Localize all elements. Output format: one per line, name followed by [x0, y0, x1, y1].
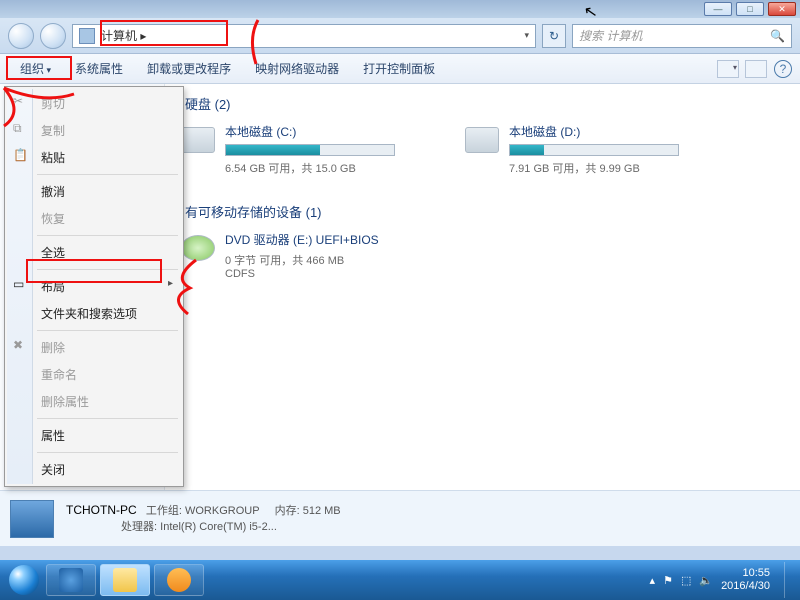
breadcrumb-chevron-icon[interactable]: ▸ — [140, 29, 146, 43]
details-cpu-label: 处理器: — [121, 521, 157, 533]
details-name: TCHOTN-PC — [66, 503, 137, 517]
tray-clock[interactable]: 10:55 2016/4/30 — [721, 567, 770, 593]
windows-orb-icon — [9, 565, 39, 595]
taskbar-explorer[interactable] — [100, 564, 150, 596]
preview-pane-button[interactable] — [745, 60, 767, 78]
menu-label: 关闭 — [41, 463, 65, 477]
details-cpu: Intel(R) Core(TM) i5-2... — [160, 521, 277, 533]
menu-label: 全选 — [41, 246, 65, 260]
show-desktop-button[interactable] — [784, 562, 794, 598]
drive-d[interactable]: 本地磁盘 (D:) 7.91 GB 可用，共 9.99 GB — [465, 123, 699, 176]
system-tray[interactable]: ▴ ⚑ ⬚ 🔈 10:55 2016/4/30 — [650, 562, 796, 598]
details-mem: 512 MB — [303, 505, 341, 517]
details-pane: TCHOTN-PC 工作组: WORKGROUP 内存: 512 MB 处理器:… — [0, 490, 800, 546]
search-icon[interactable]: 🔍 — [770, 29, 785, 43]
menu-folder-search-options[interactable]: 文件夹和搜索选项 — [7, 300, 181, 327]
computer-icon — [79, 28, 95, 44]
layout-icon: ▭ — [13, 277, 29, 293]
menu-label: 恢复 — [41, 212, 65, 226]
annotation-scribble-1 — [238, 18, 278, 68]
explorer-icon — [113, 568, 137, 592]
menu-rename: 重命名 — [7, 361, 181, 388]
delete-icon: ✖ — [13, 338, 29, 354]
drive-free-text: 6.54 GB 可用，共 15.0 GB — [225, 160, 415, 176]
annotation-scribble-3 — [166, 258, 206, 318]
tray-date: 2016/4/30 — [721, 580, 770, 593]
content-pane: 硬盘 (2) 本地磁盘 (C:) 6.54 GB 可用，共 15.0 GB 本地… — [165, 84, 800, 506]
tray-network-icon[interactable]: ⬚ — [681, 574, 691, 587]
menu-label: 布局 — [41, 280, 65, 294]
search-placeholder: 搜索 计算机 — [579, 27, 642, 44]
menu-delete: ✖ 删除 — [7, 334, 181, 361]
close-button[interactable]: ✕ — [768, 2, 796, 16]
drive-name: 本地磁盘 (C:) — [225, 123, 415, 140]
address-text: 计算机 — [101, 27, 137, 44]
organize-menu: ✂剪切 ⧉复制 📋粘贴 撤消 恢复 全选 ▭布局 文件夹和搜索选项 ✖删除 重命… — [4, 86, 184, 487]
drive-icon — [465, 127, 499, 153]
menu-select-all[interactable]: 全选 — [7, 239, 181, 266]
taskbar-media-player[interactable] — [154, 564, 204, 596]
section-removable: 有可移动存储的设备 (1) — [185, 202, 784, 221]
drive-dvd[interactable]: DVD 驱动器 (E:) UEFI+BIOS 0 字节 可用，共 466 MB … — [181, 231, 784, 280]
change-view-button[interactable] — [717, 60, 739, 78]
back-button[interactable] — [8, 23, 34, 49]
minimize-button[interactable]: — — [704, 2, 732, 16]
maximize-button[interactable]: □ — [736, 2, 764, 16]
tray-time: 10:55 — [721, 567, 770, 580]
details-mem-label: 内存: — [275, 505, 300, 517]
wmp-icon — [167, 568, 191, 592]
menu-label: 重命名 — [41, 368, 77, 382]
tray-volume-icon[interactable]: 🔈 — [699, 574, 713, 587]
tray-up-icon[interactable]: ▴ — [650, 574, 656, 587]
refresh-button[interactable]: ↻ — [542, 24, 566, 48]
ie-icon — [59, 568, 83, 592]
search-input[interactable]: 搜索 计算机 🔍 — [572, 24, 792, 48]
start-button[interactable] — [4, 560, 44, 600]
capacity-bar — [509, 144, 679, 156]
menu-undo[interactable]: 撤消 — [7, 178, 181, 205]
help-button[interactable]: ? — [774, 60, 792, 78]
menu-label: 粘贴 — [41, 151, 65, 165]
command-bar: 组织 系统属性 卸载或更改程序 映射网络驱动器 打开控制面板 ? — [0, 54, 800, 84]
uninstall-programs-button[interactable]: 卸载或更改程序 — [135, 56, 243, 81]
organize-menu-button[interactable]: 组织 — [8, 56, 63, 81]
drive-free-text: 7.91 GB 可用，共 9.99 GB — [509, 160, 699, 176]
drive-name: DVD 驱动器 (E:) UEFI+BIOS — [225, 231, 485, 248]
system-properties-button[interactable]: 系统属性 — [63, 56, 135, 81]
computer-thumb-icon — [10, 500, 54, 538]
details-workgroup-label: 工作组: — [146, 505, 182, 517]
tray-flag-icon[interactable]: ⚑ — [663, 574, 673, 587]
menu-label: 撤消 — [41, 185, 65, 199]
forward-button[interactable] — [40, 23, 66, 49]
drive-icon — [181, 127, 215, 153]
navigation-row: 计算机 ▸ ▾ ↻ 搜索 计算机 🔍 — [0, 18, 800, 54]
menu-properties[interactable]: 属性 — [7, 422, 181, 449]
menu-label: 删除 — [41, 341, 65, 355]
menu-label: 删除属性 — [41, 395, 89, 409]
menu-remove-properties: 删除属性 — [7, 388, 181, 415]
menu-layout[interactable]: ▭ 布局 — [7, 273, 181, 300]
drive-free-text: 0 字节 可用，共 466 MB — [225, 252, 485, 268]
annotation-scribble-2 — [0, 82, 80, 132]
address-bar[interactable]: 计算机 ▸ ▾ — [72, 24, 536, 48]
drive-c[interactable]: 本地磁盘 (C:) 6.54 GB 可用，共 15.0 GB — [181, 123, 415, 176]
capacity-bar — [225, 144, 395, 156]
taskbar: ▴ ⚑ ⬚ 🔈 10:55 2016/4/30 — [0, 560, 800, 600]
section-hard-disks: 硬盘 (2) — [185, 94, 784, 113]
window-titlebar: — □ ✕ — [0, 0, 800, 18]
details-workgroup: WORKGROUP — [185, 505, 259, 517]
open-control-panel-button[interactable]: 打开控制面板 — [351, 56, 447, 81]
drive-filesystem: CDFS — [225, 268, 485, 280]
menu-redo: 恢复 — [7, 205, 181, 232]
paste-icon: 📋 — [13, 148, 29, 164]
menu-paste[interactable]: 📋 粘贴 — [7, 144, 181, 171]
menu-close[interactable]: 关闭 — [7, 456, 181, 483]
menu-label: 文件夹和搜索选项 — [41, 307, 137, 321]
address-dropdown-icon[interactable]: ▾ — [524, 30, 529, 41]
menu-label: 属性 — [41, 429, 65, 443]
taskbar-ie[interactable] — [46, 564, 96, 596]
drive-name: 本地磁盘 (D:) — [509, 123, 699, 140]
